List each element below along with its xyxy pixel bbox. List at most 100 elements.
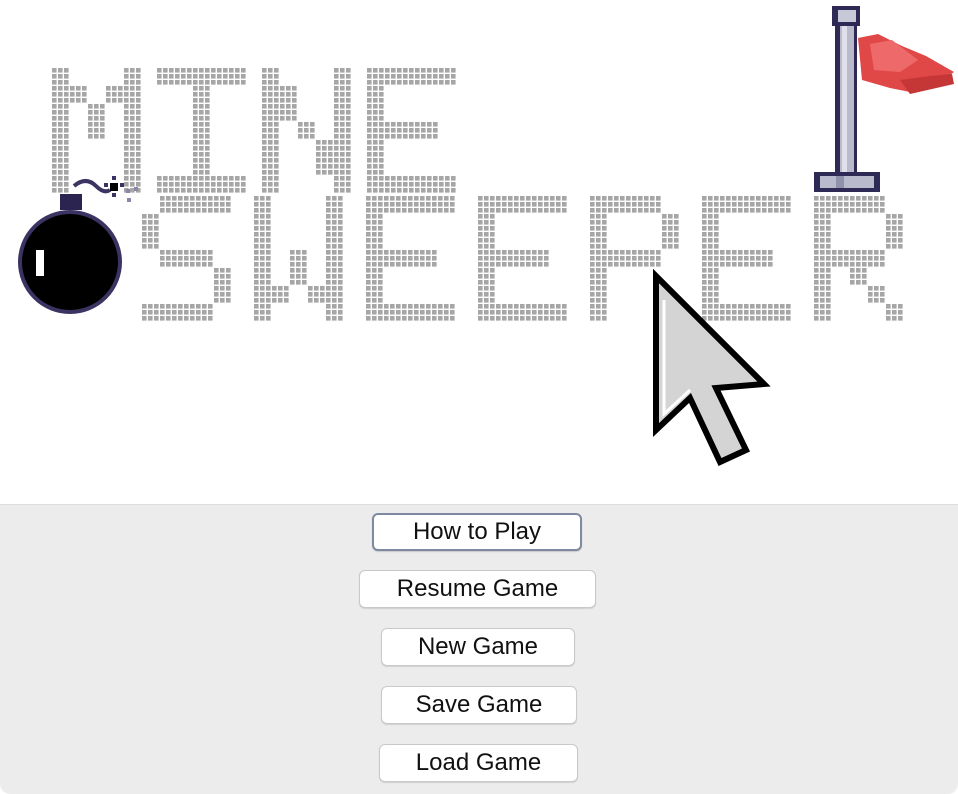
logo-pixel	[397, 80, 402, 85]
logo-pixel	[346, 170, 351, 175]
logo-pixel	[427, 80, 432, 85]
logo-pixel	[427, 68, 432, 73]
logo-pixel	[262, 164, 267, 169]
logo-pixel	[340, 122, 345, 127]
logo-pixel	[190, 262, 195, 267]
logo-pixel	[190, 256, 195, 261]
logo-pixel	[862, 274, 867, 279]
logo-pixel	[235, 74, 240, 79]
logo-pixel	[193, 74, 198, 79]
logo-pixel	[124, 98, 129, 103]
logo-pixel	[379, 188, 384, 193]
logo-pixel	[175, 182, 180, 187]
logo-pixel	[367, 110, 372, 115]
logo-pixel	[420, 196, 425, 201]
logo-pixel	[326, 238, 331, 243]
logo-pixel	[52, 176, 57, 181]
logo-pixel	[340, 188, 345, 193]
logo-pixel	[262, 80, 267, 85]
logo-pixel	[262, 86, 267, 91]
logo-pixel	[366, 268, 371, 273]
logo-pixel	[196, 196, 201, 201]
logo-pixel	[596, 316, 601, 321]
logo-pixel	[390, 310, 395, 315]
logo-pixel	[340, 74, 345, 79]
logo-pixel	[280, 110, 285, 115]
logo-pixel	[254, 202, 259, 207]
logo-pixel	[136, 122, 141, 127]
save-game-button[interactable]: Save Game	[381, 686, 577, 724]
logo-pixel	[478, 214, 483, 219]
logo-pixel	[484, 244, 489, 249]
logo-pixel	[274, 110, 279, 115]
logo-pixel	[172, 256, 177, 261]
logo-pixel	[427, 182, 432, 187]
logo-pixel	[886, 226, 891, 231]
logo-pixel	[838, 250, 843, 255]
logo-pixel	[112, 92, 117, 97]
logo-pixel	[220, 268, 225, 273]
logo-pixel	[391, 128, 396, 133]
logo-pixel	[626, 202, 631, 207]
logo-pixel	[856, 280, 861, 285]
logo-pixel	[372, 286, 377, 291]
logo-pixel	[520, 310, 525, 315]
logo-pixel	[52, 146, 57, 151]
logo-pixel	[160, 262, 165, 267]
logo-pixel	[302, 280, 307, 285]
logo-pixel	[526, 208, 531, 213]
logo-pixel	[235, 176, 240, 181]
logo-pixel	[390, 256, 395, 261]
logo-pixel	[638, 208, 643, 213]
logo-pixel	[814, 202, 819, 207]
logo-pixel	[82, 92, 87, 97]
logo-pixel	[702, 208, 707, 213]
logo-pixel	[268, 146, 273, 151]
logo-pixel	[750, 304, 755, 309]
logo-pixel	[214, 280, 219, 285]
logo-pixel	[124, 134, 129, 139]
logo-pixel	[433, 134, 438, 139]
logo-pixel	[826, 256, 831, 261]
logo-pixel	[229, 80, 234, 85]
logo-pixel	[832, 256, 837, 261]
logo-pixel	[82, 98, 87, 103]
logo-pixel	[340, 68, 345, 73]
logo-pixel	[450, 316, 455, 321]
logo-pixel	[130, 74, 135, 79]
logo-pixel	[346, 134, 351, 139]
logo-pixel	[544, 262, 549, 267]
logo-pixel	[199, 92, 204, 97]
logo-pixel	[378, 220, 383, 225]
logo-pixel	[199, 170, 204, 175]
logo-pixel	[76, 92, 81, 97]
new-game-button[interactable]: New Game	[381, 628, 575, 666]
logo-pixel	[484, 220, 489, 225]
resume-game-button[interactable]: Resume Game	[359, 570, 596, 608]
logo-pixel	[868, 208, 873, 213]
logo-pixel	[58, 86, 63, 91]
logo-pixel	[520, 256, 525, 261]
logo-pixel	[602, 298, 607, 303]
logo-pixel	[254, 214, 259, 219]
logo-pixel	[292, 110, 297, 115]
logo-pixel	[590, 232, 595, 237]
logo-pixel	[378, 304, 383, 309]
load-game-button[interactable]: Load Game	[379, 744, 578, 782]
logo-pixel-text	[52, 68, 903, 321]
logo-pixel	[136, 86, 141, 91]
logo-pixel	[366, 310, 371, 315]
logo-pixel	[148, 304, 153, 309]
logo-pixel	[142, 220, 147, 225]
logo-pixel	[702, 292, 707, 297]
logo-pixel	[130, 164, 135, 169]
logo-pixel	[172, 262, 177, 267]
logo-pixel	[184, 316, 189, 321]
logo-pixel	[373, 164, 378, 169]
logo-pixel	[366, 292, 371, 297]
logo-pixel	[844, 196, 849, 201]
how-to-play-button[interactable]: How to Play	[372, 513, 582, 551]
logo-pixel	[290, 256, 295, 261]
logo-pixel	[490, 286, 495, 291]
logo-pixel	[544, 316, 549, 321]
